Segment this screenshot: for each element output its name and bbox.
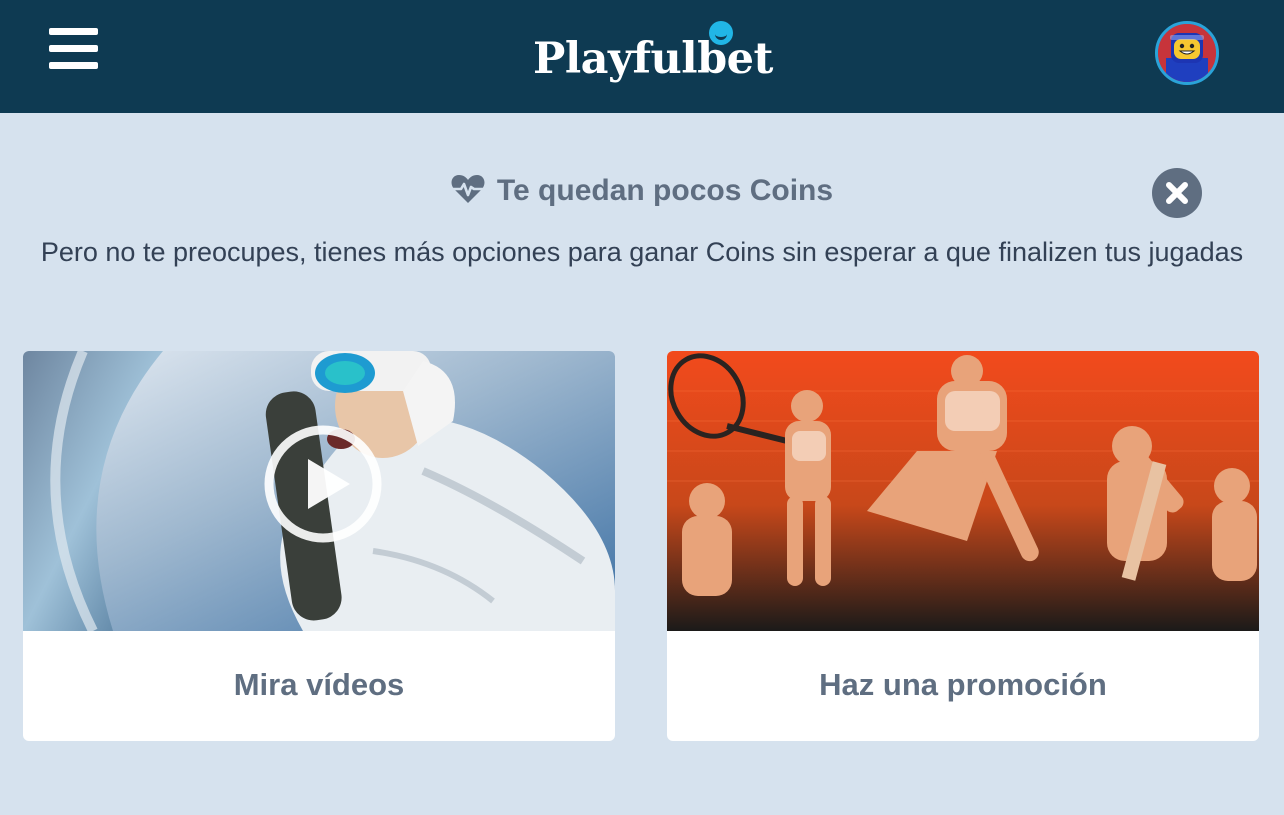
- logo-smile-icon: [709, 21, 733, 45]
- watch-videos-card[interactable]: Mira vídeos: [23, 351, 615, 741]
- hamburger-menu-icon[interactable]: [49, 28, 98, 70]
- watch-videos-label: Mira vídeos: [233, 667, 405, 702]
- alert-message: Pero no te preocupes, tienes más opcione…: [40, 237, 1244, 267]
- alert-title-text: Te quedan pocos Coins: [496, 174, 834, 207]
- do-promotion-card[interactable]: Haz una promoción: [667, 351, 1259, 741]
- avatar-image: [1158, 24, 1216, 82]
- logo-text: Playfulbet: [533, 34, 773, 84]
- snowboarder-selfie-photo: [23, 351, 615, 631]
- do-promotion-label: Haz una promoción: [819, 667, 1107, 702]
- playfulbet-logo[interactable]: Playfulbet: [533, 21, 773, 90]
- top-bar: Playfulbet: [0, 0, 1284, 113]
- close-icon: [1166, 182, 1188, 204]
- close-button[interactable]: [1152, 168, 1202, 218]
- athletes-collage-orange-photo: [667, 351, 1259, 631]
- heartbeat-icon: [451, 175, 485, 203]
- alert-title: Te quedan pocos Coins: [0, 174, 1284, 208]
- user-avatar[interactable]: [1155, 21, 1219, 85]
